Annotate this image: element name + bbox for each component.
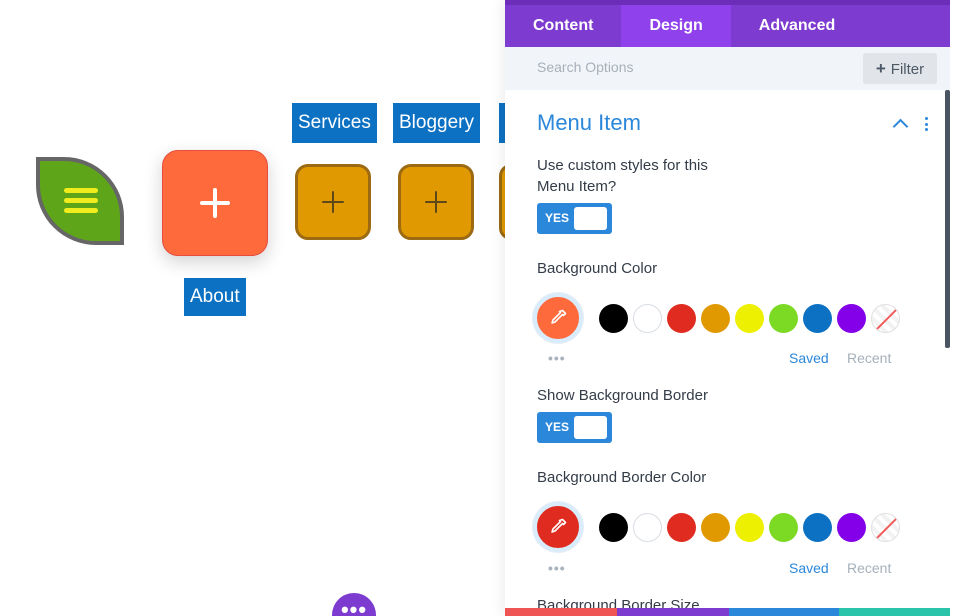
menu-item-add-button[interactable] [162,150,268,256]
eyedropper-icon [551,518,567,533]
color-swatches [599,513,900,542]
plus-icon [200,188,230,218]
scrollbar[interactable] [945,90,950,348]
filter-button[interactable]: + Filter [863,53,937,84]
recent-colors-link[interactable]: Recent [847,560,891,576]
swatch-green[interactable] [769,304,798,333]
tab-content[interactable]: Content [505,5,621,47]
swatch-white[interactable] [633,304,662,333]
menu-link-bloggery[interactable]: Bloggery [393,103,480,143]
swatch-orange[interactable] [701,304,730,333]
more-colors-icon[interactable]: ••• [548,560,566,576]
menu-link-services[interactable]: Services [292,103,377,143]
toggle-knob [574,207,607,230]
saved-colors-link[interactable]: Saved [789,560,829,576]
action-bar [505,608,960,616]
toggle-state: YES [545,420,570,434]
background-color-label: Background Color [537,260,658,277]
swatch-green[interactable] [769,513,798,542]
menu-item-add-button[interactable] [398,164,474,240]
swatch-orange[interactable] [701,513,730,542]
save-button[interactable] [839,608,950,616]
filter-label: Filter [890,61,925,78]
swatch-none[interactable] [871,304,900,333]
swatch-black[interactable] [599,513,628,542]
recent-colors-link[interactable]: Recent [847,350,891,366]
tab-design[interactable]: Design [621,5,731,47]
page: Services Bloggery About ••• Content Desi… [0,0,960,616]
menu-link-about[interactable]: About [184,278,246,316]
swatch-blue[interactable] [803,304,832,333]
plus-icon [322,191,344,213]
section-title[interactable]: Menu Item [537,110,641,136]
search-bar: Search Options + Filter [505,47,950,90]
custom-styles-toggle[interactable]: YES [537,203,612,234]
swatch-purple[interactable] [837,304,866,333]
color-swatches [599,304,900,333]
chevron-up-icon[interactable] [892,118,909,135]
plus-icon: + [875,59,886,78]
more-colors-icon[interactable]: ••• [548,350,566,366]
settings-panel: Content Design Advanced Search Options +… [505,0,960,616]
settings-tabs: Content Design Advanced [505,0,950,47]
kebab-menu-icon[interactable] [925,117,929,134]
swatch-purple[interactable] [837,513,866,542]
swatch-red[interactable] [667,513,696,542]
color-picker-button[interactable] [533,293,583,343]
color-picker-button[interactable] [533,502,583,552]
swatch-white[interactable] [633,513,662,542]
discard-button[interactable] [505,608,617,616]
toggle-knob [574,416,607,439]
swatch-yellow[interactable] [735,304,764,333]
border-color-label: Background Border Color [537,469,707,486]
search-input[interactable]: Search Options [537,59,634,75]
more-options-button[interactable]: ••• [332,593,376,616]
hamburger-icon [64,188,98,218]
show-border-toggle[interactable]: YES [537,412,612,443]
swatch-none[interactable] [871,513,900,542]
redo-button[interactable] [729,608,839,616]
custom-styles-label: Use custom styles for this Menu Item? [537,157,708,195]
swatch-black[interactable] [599,304,628,333]
hamburger-menu-button[interactable] [36,157,124,245]
swatch-yellow[interactable] [735,513,764,542]
menu-item-add-button[interactable] [295,164,371,240]
eyedropper-icon [551,309,567,324]
show-border-label: Show Background Border [537,387,708,404]
tab-advanced[interactable]: Advanced [731,5,863,47]
swatch-blue[interactable] [803,513,832,542]
plus-icon [425,191,447,213]
history-button[interactable] [617,608,729,616]
toggle-state: YES [545,211,570,225]
swatch-red[interactable] [667,304,696,333]
saved-colors-link[interactable]: Saved [789,350,829,366]
